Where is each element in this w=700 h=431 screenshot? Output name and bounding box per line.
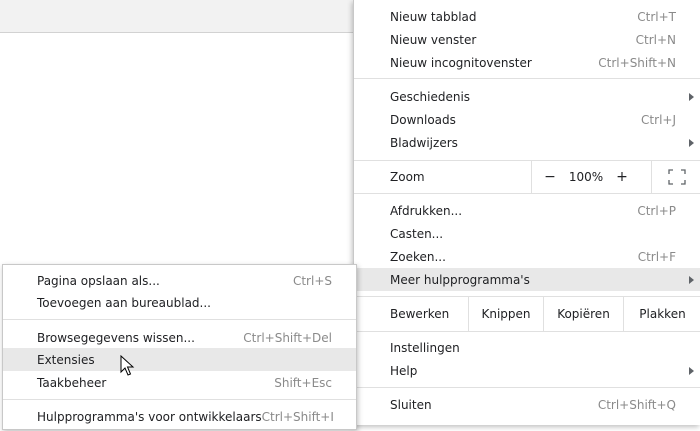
menu-item-shortcut: Ctrl+F xyxy=(637,249,676,264)
menu-item-cast[interactable]: Casten... xyxy=(354,222,700,245)
menu-item-new-window[interactable]: Nieuw venster Ctrl+N xyxy=(354,28,700,51)
menu-item-label: Help xyxy=(390,363,418,378)
menu-item-label: Casten... xyxy=(390,226,444,241)
menu-item-shortcut: Ctrl+P xyxy=(637,203,676,218)
menu-item-shortcut: Ctrl+Shift+N xyxy=(598,55,676,70)
menu-item-new-incognito-window[interactable]: Nieuw incognitovenster Ctrl+Shift+N xyxy=(354,51,700,74)
menu-separator xyxy=(3,319,356,320)
fullscreen-button[interactable] xyxy=(651,161,700,193)
menu-item-help[interactable]: Help xyxy=(354,359,700,382)
menu-item-extensions[interactable]: Extensies xyxy=(3,348,356,371)
menu-separator xyxy=(354,387,700,388)
menu-item-label: Browsegegevens wissen... xyxy=(37,330,195,345)
browser-toolbar-strip xyxy=(0,0,360,33)
zoom-in-button[interactable]: + xyxy=(604,169,640,185)
menu-item-shortcut: Ctrl+N xyxy=(635,32,676,47)
zoom-level: 100% xyxy=(568,170,604,184)
zoom-row: Zoom − 100% + xyxy=(354,161,700,193)
submenu-arrow-icon xyxy=(689,92,694,101)
menu-item-label: Hulpprogramma's voor ontwikkelaars xyxy=(37,409,262,424)
menu-item-new-tab[interactable]: Nieuw tabblad Ctrl+T xyxy=(354,5,700,28)
menu-item-label: Toevoegen aan bureaublad... xyxy=(37,295,211,310)
fullscreen-icon xyxy=(668,169,686,185)
submenu-arrow-icon xyxy=(689,138,694,147)
copy-button[interactable]: Kopiëren xyxy=(543,297,623,331)
menu-item-shortcut: Ctrl+Shift+I xyxy=(261,409,334,424)
menu-item-shortcut: Ctrl+Shift+Del xyxy=(243,330,332,345)
menu-item-print[interactable]: Afdrukken... Ctrl+P xyxy=(354,199,700,222)
menu-item-label: Sluiten xyxy=(390,397,432,412)
menu-item-shortcut: Ctrl+Shift+Q xyxy=(597,397,676,412)
menu-item-find[interactable]: Zoeken... Ctrl+F xyxy=(354,245,700,268)
menu-item-label: Meer hulpprogramma's xyxy=(390,272,530,287)
menu-item-label: Nieuw incognitovenster xyxy=(390,55,532,70)
paste-button[interactable]: Plakken xyxy=(623,297,700,331)
cut-button[interactable]: Knippen xyxy=(468,297,543,331)
zoom-out-button[interactable]: − xyxy=(532,169,568,185)
menu-item-bookmarks[interactable]: Bladwijzers xyxy=(354,131,700,154)
menu-item-save-page-as[interactable]: Pagina opslaan als... Ctrl+S xyxy=(3,269,356,292)
menu-item-label: Taakbeheer xyxy=(37,375,107,390)
menu-separator xyxy=(3,399,356,400)
menu-item-label: Nieuw venster xyxy=(390,32,477,47)
menu-item-shortcut: Ctrl+T xyxy=(637,9,676,24)
edit-row: Bewerken Knippen Kopiëren Plakken xyxy=(354,297,700,331)
menu-item-settings[interactable]: Instellingen xyxy=(354,336,700,359)
menu-item-add-to-desktop[interactable]: Toevoegen aan bureaublad... xyxy=(3,291,356,314)
menu-item-label: Afdrukken... xyxy=(390,203,463,218)
menu-item-history[interactable]: Geschiedenis xyxy=(354,85,700,108)
menu-item-more-tools[interactable]: Meer hulpprogramma's xyxy=(354,268,700,291)
menu-item-shortcut: Shift+Esc xyxy=(274,375,332,390)
menu-item-label: Pagina opslaan als... xyxy=(37,273,160,288)
menu-item-task-manager[interactable]: Taakbeheer Shift+Esc xyxy=(3,371,356,394)
menu-item-label: Extensies xyxy=(37,352,95,367)
menu-separator xyxy=(354,193,700,194)
menu-separator xyxy=(354,331,700,332)
edit-label: Bewerken xyxy=(390,307,450,321)
menu-item-label: Instellingen xyxy=(390,340,460,355)
menu-item-label: Geschiedenis xyxy=(390,89,471,104)
menu-item-developer-tools[interactable]: Hulpprogramma's voor ontwikkelaars Ctrl+… xyxy=(3,405,356,428)
menu-item-exit[interactable]: Sluiten Ctrl+Shift+Q xyxy=(354,393,700,416)
menu-item-label: Bladwijzers xyxy=(390,135,458,150)
menu-item-clear-browsing-data[interactable]: Browsegegevens wissen... Ctrl+Shift+Del xyxy=(3,326,356,349)
chrome-main-menu: Nieuw tabblad Ctrl+T Nieuw venster Ctrl+… xyxy=(353,0,700,425)
submenu-arrow-icon xyxy=(689,366,694,375)
zoom-label: Zoom xyxy=(390,170,425,184)
menu-item-label: Zoeken... xyxy=(390,249,446,264)
menu-item-shortcut: Ctrl+J xyxy=(641,112,676,127)
menu-separator xyxy=(354,78,700,79)
menu-item-shortcut: Ctrl+S xyxy=(292,273,332,288)
menu-item-downloads[interactable]: Downloads Ctrl+J xyxy=(354,108,700,131)
submenu-arrow-icon xyxy=(689,275,694,284)
menu-item-label: Downloads xyxy=(390,112,456,127)
menu-item-label: Nieuw tabblad xyxy=(390,9,477,24)
more-tools-submenu: Pagina opslaan als... Ctrl+S Toevoegen a… xyxy=(2,264,357,430)
zoom-controls: − 100% + xyxy=(531,161,700,193)
